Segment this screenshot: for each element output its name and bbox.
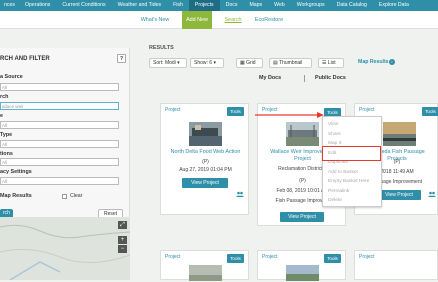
- nav-item-explore-data[interactable]: Explore Data: [373, 0, 415, 11]
- nav-item-weather-and-tides[interactable]: Weather and Tides: [112, 0, 167, 11]
- project-thumbnail[interactable]: [286, 122, 319, 146]
- tools-button[interactable]: Tools: [422, 107, 438, 116]
- fullscreen-icon[interactable]: ⤢: [118, 221, 127, 229]
- data-source-select[interactable]: All: [0, 83, 119, 91]
- nav-item-docs[interactable]: Docs: [220, 0, 244, 11]
- filter-select-5[interactable]: All: [0, 158, 119, 166]
- tools-menu: View Share Map It Edit Duplicate Add to …: [322, 116, 382, 207]
- nav-item-workgroups[interactable]: Workgroups: [291, 0, 331, 11]
- nav-item-maps[interactable]: Maps: [243, 0, 268, 11]
- tab-whats-new[interactable]: What's New: [138, 11, 172, 29]
- grid-icon: ▦: [240, 60, 245, 66]
- top-nav: nces Operations Current Conditions Weath…: [0, 0, 438, 11]
- nav-item-data-catalog[interactable]: Data Catalog: [331, 0, 373, 11]
- project-thumbnail[interactable]: [383, 122, 416, 146]
- menu-item-share[interactable]: Share: [328, 132, 341, 137]
- nav-item-web[interactable]: Web: [268, 0, 291, 11]
- menu-item-view[interactable]: View: [328, 122, 338, 127]
- type-select[interactable]: All: [0, 140, 119, 148]
- panel-title: RCH AND FILTER: [0, 56, 50, 62]
- project-thumbnail[interactable]: [286, 265, 319, 281]
- zoom-out-button[interactable]: −: [118, 245, 127, 253]
- thumbnail-view-button[interactable]: ▤ Thumbnail: [269, 58, 312, 68]
- project-card: Project Tools: [160, 250, 249, 281]
- card-type-label: Project: [165, 254, 181, 260]
- project-card: Project Tools North Delta Food Web Actio…: [160, 103, 249, 215]
- map-terrain: [0, 224, 131, 281]
- grid-view-button[interactable]: ▦ Grid: [236, 58, 263, 68]
- tools-button[interactable]: Tools: [227, 107, 244, 116]
- nav-item-operations[interactable]: Operations: [19, 0, 56, 11]
- data-source-label: a Source: [0, 74, 23, 80]
- privacy-select[interactable]: All: [0, 177, 119, 185]
- type-label: Type: [0, 132, 13, 138]
- users-icon: [236, 191, 244, 197]
- menu-item-permalink[interactable]: Permalink: [328, 189, 349, 194]
- sub-nav: What's New Add New Search EcoRestore: [0, 11, 438, 29]
- arrow-annotation: [255, 112, 324, 118]
- project-card: Project: [354, 250, 438, 280]
- search-filter-panel: RCH AND FILTER ? a Source rch All allace…: [0, 48, 131, 281]
- card-type-label: Project: [359, 107, 375, 113]
- nav-item-fish[interactable]: Fish: [167, 0, 189, 11]
- list-icon: ☰: [322, 60, 327, 66]
- view-project-button[interactable]: View Project: [280, 212, 324, 222]
- sort-select[interactable]: Sort: Modi ▾: [149, 58, 187, 68]
- tools-button[interactable]: Tools: [227, 254, 244, 263]
- results-map[interactable]: ⤢ + −: [0, 217, 131, 281]
- tab-search[interactable]: Search: [219, 11, 247, 29]
- nav-item-current-conditions[interactable]: Current Conditions: [56, 0, 111, 11]
- results-title: RESULTS: [149, 45, 174, 51]
- view-project-button[interactable]: View Project: [377, 190, 421, 200]
- nav-item-projects[interactable]: Projects: [188, 0, 220, 11]
- menu-item-delete[interactable]: Delete: [328, 198, 342, 203]
- tab-add-new[interactable]: Add New: [182, 11, 212, 29]
- users-icon: [428, 191, 436, 197]
- filter-label-5: tions: [0, 151, 13, 157]
- zoom-in-button[interactable]: +: [118, 236, 127, 244]
- project-thumbnail[interactable]: [189, 265, 222, 281]
- tab-public-docs[interactable]: Public Docs: [315, 75, 346, 81]
- edit-highlight-box: [322, 146, 381, 161]
- nav-item-resources[interactable]: nces: [0, 0, 19, 11]
- project-thumbnail[interactable]: [189, 122, 222, 146]
- menu-item-add-to-basket[interactable]: Add to Basket: [328, 170, 358, 175]
- project-title[interactable]: North Delta Food Web Action: [165, 149, 246, 156]
- tools-button[interactable]: Tools: [324, 254, 341, 263]
- search-input[interactable]: allace weir: [0, 102, 119, 110]
- tab-divider: [304, 75, 305, 82]
- help-button[interactable]: ?: [117, 54, 126, 63]
- map-results-link[interactable]: Map Results: [358, 59, 389, 65]
- project-card: Project Tools: [257, 250, 346, 281]
- card-type-label: Project: [165, 107, 181, 113]
- menu-item-empty-basket-here[interactable]: Empty Basket Here: [328, 179, 369, 184]
- filter-label-3: e: [0, 113, 3, 119]
- show-select[interactable]: Show: 6 ▾: [190, 58, 224, 68]
- card-type-label: Project: [262, 254, 278, 260]
- card-type-label: Project: [359, 254, 375, 260]
- thumbnail-icon: ▤: [273, 60, 278, 66]
- clear-checkbox[interactable]: [62, 194, 67, 199]
- info-icon[interactable]: i: [389, 59, 395, 65]
- filter-select-3[interactable]: All: [0, 121, 119, 129]
- search-label: rch: [0, 94, 9, 100]
- project-date: Aug 27, 2019 01:04 PM: [179, 167, 232, 173]
- map-results-label: Map Results: [0, 193, 32, 199]
- project-type: (P): [202, 159, 209, 165]
- list-view-button[interactable]: ☰ List: [318, 58, 344, 68]
- clear-label: Clear: [70, 193, 83, 199]
- privacy-settings-label: acy Settings: [0, 169, 32, 175]
- tab-my-docs[interactable]: My Docs: [259, 75, 281, 81]
- tab-ecorestore[interactable]: EcoRestore: [252, 11, 286, 29]
- view-project-button[interactable]: View Project: [182, 178, 228, 188]
